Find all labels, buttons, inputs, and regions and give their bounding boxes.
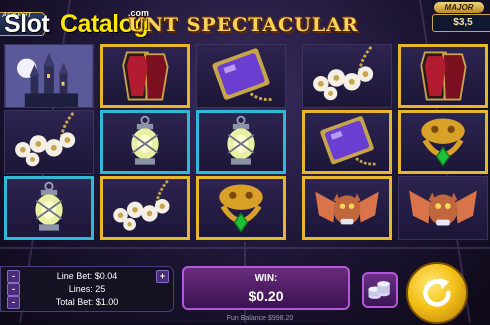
watermark-slot: Slot (4, 10, 50, 38)
flowers-chain-icon (313, 46, 374, 101)
lantern-icon (35, 181, 63, 231)
reel-cell (4, 176, 94, 240)
reel-cell (196, 176, 286, 240)
spin-arrow-icon (423, 277, 451, 307)
flowers-chain-icon (15, 112, 76, 167)
coffin-icon (122, 51, 169, 101)
jackpot-right-amount: $3,5 (432, 14, 490, 32)
lantern-icon (131, 115, 159, 165)
top-bar: ACKPOT Slot Catalog .com UNT SPECTACULAR… (0, 0, 490, 42)
game-title: UNT SPECTACULAR (128, 14, 359, 36)
reel-cell (398, 176, 488, 240)
bat-icon (315, 191, 379, 225)
reel-cell (398, 110, 488, 174)
total-bet-label: Total Bet: $1.00 (55, 297, 119, 307)
line-bet-label: Line Bet: $0.04 (56, 271, 118, 281)
lines-label: Lines: 25 (68, 284, 106, 294)
spin-button[interactable] (406, 262, 468, 324)
castle-icon (5, 45, 93, 107)
reel-cell (196, 110, 286, 174)
knocker-icon (421, 118, 465, 167)
autoplay-button[interactable] (362, 272, 398, 308)
win-label: WIN: (254, 273, 278, 284)
line-bet-plus-button[interactable]: + (156, 270, 169, 283)
jackpot-right: MAJOR $3,5 (432, 2, 490, 32)
reel-cell (100, 44, 190, 108)
mirror-icon (212, 48, 274, 102)
reel-cell (302, 110, 392, 174)
flowers-chain-icon (113, 179, 170, 231)
reel-cell (4, 44, 94, 108)
reel-cell (302, 44, 392, 108)
reel-grid (0, 44, 490, 242)
reel-cell (100, 176, 190, 240)
mirror-icon (320, 116, 378, 166)
knocker-icon (219, 184, 263, 233)
fun-balance: Fun Balance $998.20 (226, 315, 294, 322)
lantern-icon (227, 115, 255, 165)
reel-cell (4, 110, 94, 174)
win-box: WIN: $0.20 (182, 266, 350, 310)
bet-box: - Line Bet: $0.04 + - Lines: 25 - Total … (0, 266, 174, 312)
win-value: $0.20 (248, 288, 284, 304)
coffin-icon (420, 51, 467, 101)
reel-cell (302, 176, 392, 240)
jackpot-right-label: MAJOR (434, 2, 484, 13)
bat-icon (409, 190, 477, 226)
coin-stack-icon (368, 281, 390, 299)
reel-cell (398, 44, 488, 108)
bottom-panel: - Line Bet: $0.04 + - Lines: 25 - Total … (0, 258, 490, 324)
reel-cell (196, 44, 286, 108)
reel-cell (100, 110, 190, 174)
